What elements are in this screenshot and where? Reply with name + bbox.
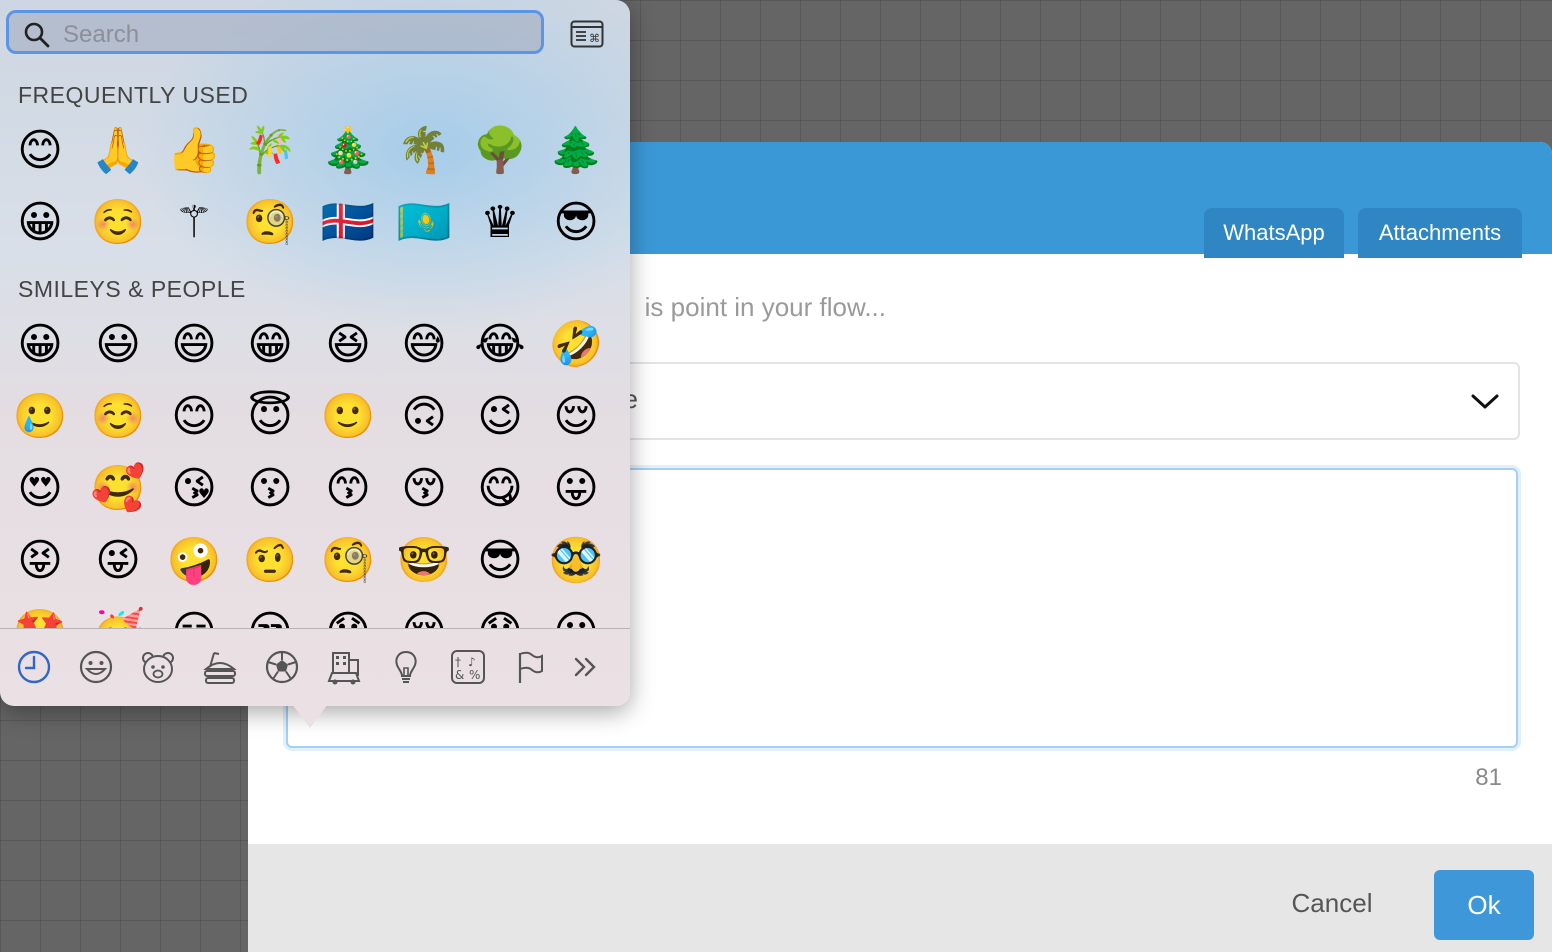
emoji-item[interactable]: 😌 bbox=[538, 384, 614, 450]
emoji-item[interactable]: 😉 bbox=[462, 384, 538, 450]
character-viewer-icon[interactable]: ⌘ bbox=[570, 20, 604, 48]
emoji-item[interactable]: 🙂 bbox=[310, 384, 386, 450]
emoji-item[interactable]: 😔 bbox=[386, 600, 462, 628]
emoji-item[interactable]: 😙 bbox=[310, 456, 386, 522]
emoji-item[interactable]: 🥰 bbox=[80, 456, 156, 522]
emoji-search-input[interactable]: Search bbox=[6, 10, 544, 54]
cancel-button[interactable]: Cancel bbox=[1272, 870, 1392, 936]
emoji-item[interactable]: 🌲 bbox=[538, 118, 614, 184]
dialog-footer: Cancel Ok bbox=[248, 844, 1552, 952]
emoji-item[interactable]: 🌳 bbox=[462, 118, 538, 184]
emoji-item[interactable]: 😂 bbox=[462, 312, 538, 378]
emoji-item[interactable]: 😊 bbox=[156, 384, 232, 450]
instruction-label: is point in your flow... bbox=[644, 292, 886, 322]
emoji-picker: Search ⌘ FREQUENTLY USED 😊 🙏 👍 🎋 🎄 🌴 🌳 🌲 😀 ☺️ ⚚ 🧐 🇮🇸… bbox=[0, 0, 630, 706]
emoji-item[interactable]: 🌴 bbox=[386, 118, 462, 184]
emoji-category-bar: † ♪ & % bbox=[0, 628, 630, 707]
emoji-item[interactable]: 😎 bbox=[462, 528, 538, 594]
soccer-ball-icon[interactable] bbox=[262, 647, 302, 687]
search-placeholder: Search bbox=[63, 21, 140, 48]
bear-icon[interactable] bbox=[138, 647, 178, 687]
svg-text:&: & bbox=[455, 668, 464, 682]
smiley-icon[interactable] bbox=[76, 647, 116, 687]
emoji-item[interactable]: 😁 bbox=[232, 312, 308, 378]
emoji-item[interactable]: 😊 bbox=[2, 118, 78, 184]
emoji-item[interactable]: 😍 bbox=[2, 456, 78, 522]
emoji-item[interactable]: 🤣 bbox=[538, 312, 614, 378]
emoji-item[interactable]: 👍 bbox=[156, 118, 232, 184]
emoji-item[interactable]: 🙏 bbox=[80, 118, 156, 184]
emoji-item[interactable]: 🧐 bbox=[232, 190, 308, 256]
emoji-item[interactable]: 😕 bbox=[538, 600, 614, 628]
emoji-item[interactable]: 😀 bbox=[2, 312, 78, 378]
emoji-item[interactable]: 😜 bbox=[80, 528, 156, 594]
tab-whatsapp[interactable]: WhatsApp bbox=[1204, 208, 1344, 258]
emoji-item[interactable]: 🥳 bbox=[80, 600, 156, 628]
emoji-item[interactable]: 😎 bbox=[538, 190, 614, 256]
emoji-item[interactable]: 🎋 bbox=[232, 118, 308, 184]
emoji-item[interactable]: 😞 bbox=[310, 600, 386, 628]
emoji-item[interactable]: 😒 bbox=[232, 600, 308, 628]
emoji-item[interactable]: 🧐 bbox=[310, 528, 386, 594]
svg-text:%: % bbox=[469, 668, 480, 682]
emoji-item[interactable]: 😃 bbox=[80, 312, 156, 378]
emoji-item[interactable]: 🇰🇿 bbox=[386, 190, 462, 256]
emoji-item[interactable]: ☺️ bbox=[80, 190, 156, 256]
emoji-item[interactable]: 😋 bbox=[462, 456, 538, 522]
emoji-item[interactable]: 🤓 bbox=[386, 528, 462, 594]
double-chevron-right-icon[interactable] bbox=[566, 647, 606, 687]
tab-attachments[interactable]: Attachments bbox=[1358, 208, 1522, 258]
emoji-item[interactable]: 🥲 bbox=[2, 384, 78, 450]
lightbulb-icon[interactable] bbox=[386, 647, 426, 687]
char-counter: 81 bbox=[1475, 764, 1502, 791]
emoji-item[interactable]: 😝 bbox=[2, 528, 78, 594]
buildings-car-icon[interactable] bbox=[324, 647, 364, 687]
emoji-item[interactable]: 🥸 bbox=[538, 528, 614, 594]
emoji-item[interactable]: 😇 bbox=[232, 384, 308, 450]
emoji-item[interactable]: 🇮🇸 bbox=[310, 190, 386, 256]
emoji-item[interactable]: 🙃 bbox=[386, 384, 462, 450]
emoji-item[interactable]: ☺️ bbox=[80, 384, 156, 450]
search-icon bbox=[24, 22, 50, 48]
chevron-down-icon bbox=[1471, 394, 1499, 409]
picker-pointer bbox=[292, 704, 328, 728]
emoji-item[interactable]: 😄 bbox=[156, 312, 232, 378]
clock-icon[interactable] bbox=[14, 647, 54, 687]
emoji-item[interactable]: 😗 bbox=[232, 456, 308, 522]
emoji-item[interactable]: 😛 bbox=[538, 456, 614, 522]
symbols-icon[interactable]: † ♪ & % bbox=[448, 647, 488, 687]
emoji-item[interactable]: 😆 bbox=[310, 312, 386, 378]
emoji-item[interactable]: 😟 bbox=[462, 600, 538, 628]
emoji-item[interactable]: ♛ bbox=[462, 190, 538, 256]
section-title-smileys-people: SMILEYS & PEOPLE bbox=[18, 276, 246, 302]
emoji-item[interactable]: 🤩 bbox=[2, 600, 78, 628]
emoji-item[interactable]: 😚 bbox=[386, 456, 462, 522]
emoji-item[interactable]: 😀 bbox=[2, 190, 78, 256]
svg-text:†: † bbox=[455, 655, 461, 669]
food-icon[interactable] bbox=[200, 647, 240, 687]
emoji-scroll-area[interactable]: Search ⌘ FREQUENTLY USED 😊 🙏 👍 🎋 🎄 🌴 🌳 🌲 😀 ☺️ ⚚ 🧐 🇮🇸… bbox=[0, 0, 630, 628]
emoji-item[interactable]: 😅 bbox=[386, 312, 462, 378]
svg-text:⌘: ⌘ bbox=[589, 32, 600, 45]
section-title-frequently-used: FREQUENTLY USED bbox=[18, 82, 249, 108]
emoji-item[interactable]: 🤪 bbox=[156, 528, 232, 594]
emoji-item[interactable]: 😘 bbox=[156, 456, 232, 522]
svg-text:♪: ♪ bbox=[468, 655, 476, 669]
emoji-item[interactable]: ⚚ bbox=[156, 190, 232, 256]
ok-button[interactable]: Ok bbox=[1434, 870, 1534, 940]
emoji-item[interactable]: 🤨 bbox=[232, 528, 308, 594]
emoji-item[interactable]: 😏 bbox=[156, 600, 232, 628]
flag-icon[interactable] bbox=[510, 647, 550, 687]
emoji-item[interactable]: 🎄 bbox=[310, 118, 386, 184]
